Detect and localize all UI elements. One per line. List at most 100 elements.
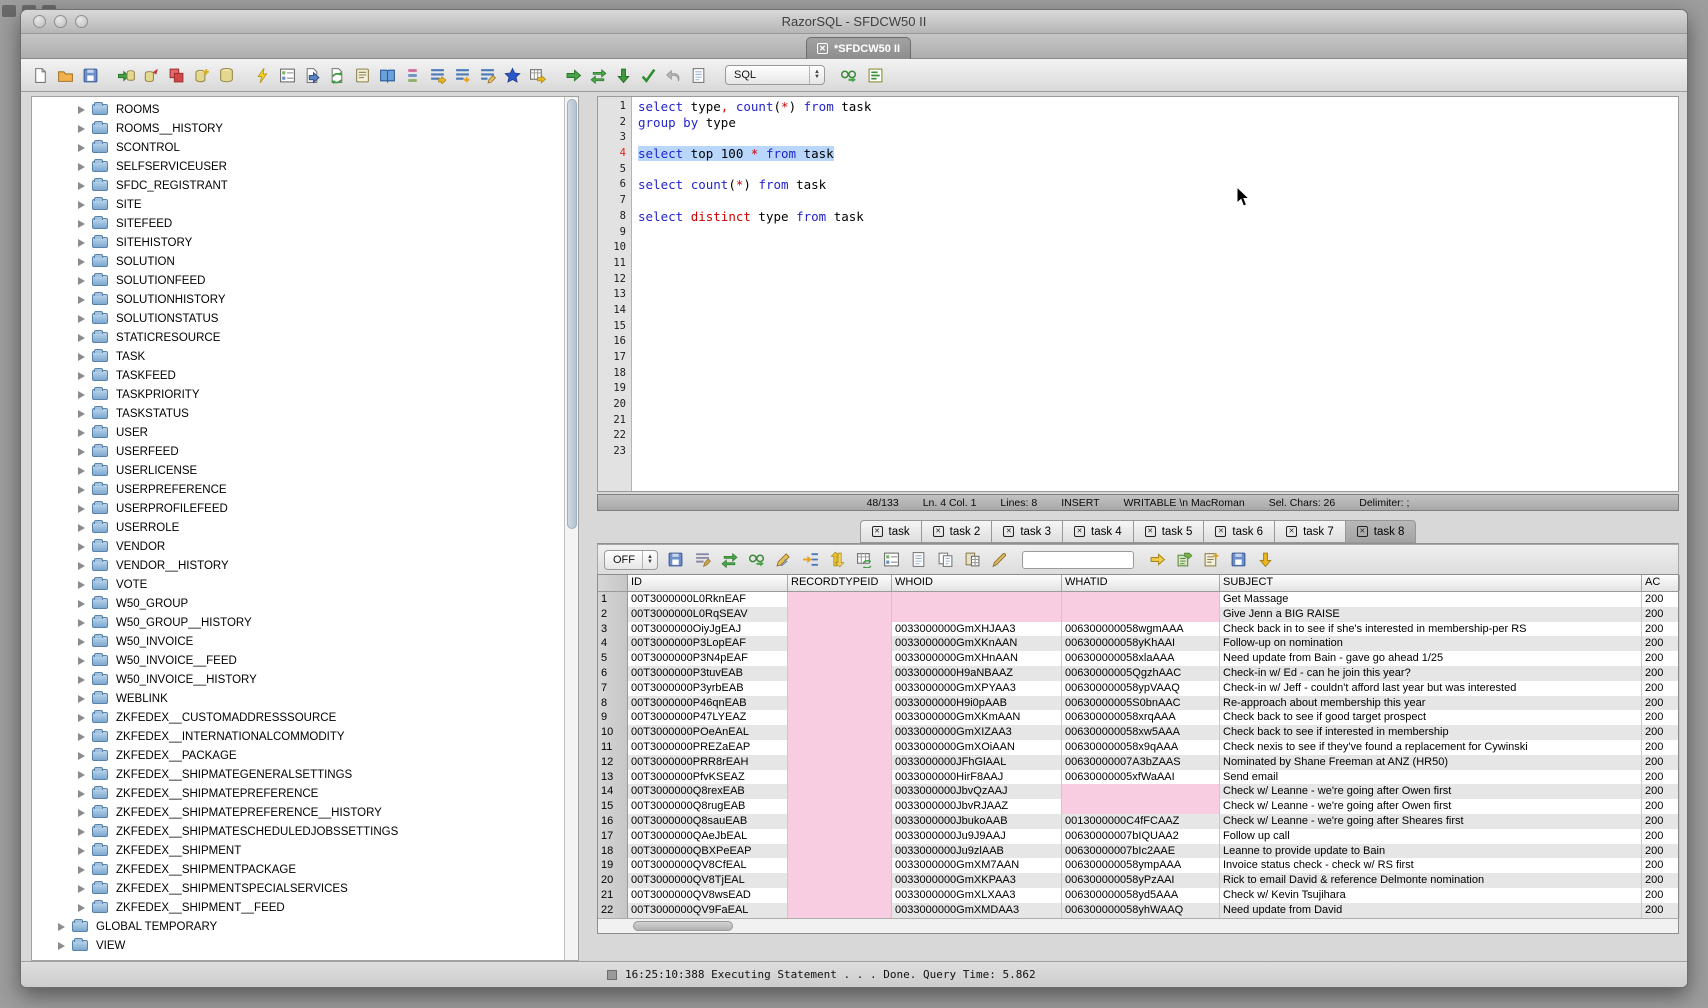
cell-whoid[interactable]: 0033000000H9aNBAAZ <box>892 666 1062 681</box>
disclosure-triangle-icon[interactable] <box>78 467 85 475</box>
filter-sort-icon[interactable] <box>693 551 711 569</box>
cell-whatid[interactable]: 006300000058ympAAA <box>1062 858 1220 873</box>
preview-export-icon[interactable] <box>839 66 857 84</box>
column-header-whoid[interactable]: WHOID <box>892 575 1062 591</box>
disclosure-triangle-icon[interactable] <box>78 239 85 247</box>
results-tab-task-7[interactable]: ✕task 7 <box>1274 520 1345 543</box>
cell-ac[interactable]: 200 <box>1642 799 1680 814</box>
tree-item-solutionfeed[interactable]: SOLUTIONFEED <box>32 271 564 290</box>
disclosure-triangle-icon[interactable] <box>78 828 85 836</box>
cell-whatid[interactable]: 006300000058xlaAAA <box>1062 651 1220 666</box>
reference-book-icon[interactable] <box>378 66 396 84</box>
statement-type-select[interactable]: SQL ▲▼ <box>725 65 825 85</box>
tree-item-site[interactable]: SITE <box>32 195 564 214</box>
cell-id[interactable]: 00T3000000P3tuvEAB <box>628 666 788 681</box>
cell-whatid[interactable] <box>1062 784 1220 799</box>
paste-grid-icon[interactable] <box>963 551 981 569</box>
cell-subject[interactable]: Need update from David <box>1220 903 1642 918</box>
cell-recordtypeid[interactable] <box>788 799 892 814</box>
cell-id[interactable]: 00T3000000Q8rexEAB <box>628 784 788 799</box>
code-line-9[interactable] <box>638 225 1678 241</box>
cell-whoid[interactable]: 0033000000H9i0pAAB <box>892 696 1062 711</box>
cell-subject[interactable]: Check w/ Leanne - we're going after Shea… <box>1220 814 1642 829</box>
table-row[interactable]: 1000T3000000POeAnEAL0033000000GmXIZAA300… <box>598 725 1678 740</box>
tree-item-zkfedex-shipment[interactable]: ZKFEDEX__SHIPMENT <box>32 841 564 860</box>
cell-whoid[interactable]: 0033000000GmXKmAAN <box>892 710 1062 725</box>
disclosure-triangle-icon[interactable] <box>78 524 85 532</box>
reload-document-icon[interactable] <box>328 66 346 84</box>
row-number-cell[interactable]: 14 <box>598 784 628 799</box>
new-file-icon[interactable] <box>31 66 49 84</box>
cell-subject[interactable]: Check w/ Kevin Tsujihara <box>1220 888 1642 903</box>
row-number-cell[interactable]: 6 <box>598 666 628 681</box>
tree-scrollbar-thumb[interactable] <box>567 99 577 529</box>
disclosure-triangle-icon[interactable] <box>58 923 65 931</box>
row-number-cell[interactable]: 8 <box>598 696 628 711</box>
cell-subject[interactable]: Need update from Bain - gave go ahead 1/… <box>1220 651 1642 666</box>
cell-id[interactable]: 00T3000000P3yrbEAB <box>628 681 788 696</box>
cell-recordtypeid[interactable] <box>788 710 892 725</box>
cell-whoid[interactable]: 0033000000GmXOiAAN <box>892 740 1062 755</box>
disclosure-triangle-icon[interactable] <box>78 391 85 399</box>
copy-table-icon[interactable] <box>167 66 185 84</box>
table-row[interactable]: 600T3000000P3tuvEAB0033000000H9aNBAAZ006… <box>598 666 1678 681</box>
cell-whoid[interactable]: 0033000000JbukoAAB <box>892 814 1062 829</box>
tree-item-sitehistory[interactable]: SITEHISTORY <box>32 233 564 252</box>
table-row[interactable]: 1200T3000000PRR8rEAH0033000000JFhGlAAL00… <box>598 755 1678 770</box>
disclosure-triangle-icon[interactable] <box>78 429 85 437</box>
tree-item-staticresource[interactable]: STATICRESOURCE <box>32 328 564 347</box>
disclosure-triangle-icon[interactable] <box>78 201 85 209</box>
cell-ac[interactable]: 200 <box>1642 651 1680 666</box>
row-number-cell[interactable]: 10 <box>598 725 628 740</box>
execute-all-icon[interactable] <box>589 66 607 84</box>
code-line-1[interactable]: select type, count(*) from task <box>638 99 1678 115</box>
edit-rows-icon[interactable] <box>478 66 496 84</box>
tree-item-rooms-history[interactable]: ROOMS__HISTORY <box>32 119 564 138</box>
cell-whatid[interactable] <box>1062 799 1220 814</box>
tree-item-w50-invoice-feed[interactable]: W50_INVOICE__FEED <box>32 651 564 670</box>
favorites-star-icon[interactable] <box>503 66 521 84</box>
table-row[interactable]: 200T3000000L0RqSEAVGive Jenn a BIG RAISE… <box>598 607 1678 622</box>
cell-ac[interactable]: 200 <box>1642 814 1680 829</box>
cell-subject[interactable]: Check w/ Leanne - we're going after Owen… <box>1220 784 1642 799</box>
cell-subject[interactable]: Get Massage <box>1220 592 1642 607</box>
execute-lightning-icon[interactable] <box>253 66 271 84</box>
cell-ac[interactable]: 200 <box>1642 592 1680 607</box>
cell-ac[interactable]: 200 <box>1642 844 1680 859</box>
cell-whatid[interactable]: 006300000058wgmAAA <box>1062 622 1220 637</box>
cell-whoid[interactable] <box>892 607 1062 622</box>
preview-glasses-icon[interactable] <box>747 551 765 569</box>
cell-recordtypeid[interactable] <box>788 829 892 844</box>
database-icon[interactable] <box>217 66 235 84</box>
fetch-more-down-icon[interactable] <box>1256 551 1274 569</box>
window-titlebar[interactable]: RazorSQL - SFDCW50 II <box>21 10 1687 34</box>
tree-item-w50-invoice-history[interactable]: W50_INVOICE__HISTORY <box>32 670 564 689</box>
row-number-cell[interactable]: 1 <box>598 592 628 607</box>
tree-item-w50-group[interactable]: W50_GROUP <box>32 594 564 613</box>
row-number-cell[interactable]: 4 <box>598 636 628 651</box>
row-number-cell[interactable]: 22 <box>598 903 628 918</box>
tree-item-task[interactable]: TASK <box>32 347 564 366</box>
code-line-8[interactable]: select distinct type from task <box>638 209 1678 225</box>
disclosure-triangle-icon[interactable] <box>78 676 85 684</box>
tree-item-zkfedex-shipmentpackage[interactable]: ZKFEDEX__SHIPMENTPACKAGE <box>32 860 564 879</box>
tab-close-icon[interactable]: ✕ <box>817 43 828 54</box>
cell-whoid[interactable]: 0033000000JbvQzAAJ <box>892 784 1062 799</box>
table-row[interactable]: 2000T3000000QV8TjEAL0033000000GmXKPAA300… <box>598 873 1678 888</box>
results-search-input[interactable] <box>1022 551 1134 569</box>
tree-item-w50-invoice[interactable]: W50_INVOICE <box>32 632 564 651</box>
disclosure-triangle-icon[interactable] <box>78 334 85 342</box>
tree-scrollbar[interactable] <box>564 97 578 960</box>
row-number-cell[interactable]: 19 <box>598 858 628 873</box>
edit-notepad-icon[interactable] <box>353 66 371 84</box>
tree-item-userlicense[interactable]: USERLICENSE <box>32 461 564 480</box>
cell-id[interactable]: 00T3000000QV9FaEAL <box>628 903 788 918</box>
reload-grid-icon[interactable] <box>855 551 873 569</box>
tree-item-global-temporary[interactable]: GLOBAL TEMPORARY <box>32 917 564 936</box>
cell-ac[interactable]: 200 <box>1642 681 1680 696</box>
tree-item-solutionhistory[interactable]: SOLUTIONHISTORY <box>32 290 564 309</box>
cell-recordtypeid[interactable] <box>788 666 892 681</box>
form-view-icon[interactable] <box>882 551 900 569</box>
code-line-6[interactable]: select count(*) from task <box>638 177 1678 193</box>
table-row[interactable]: 2100T3000000QV8wsEAD0033000000GmXLXAA300… <box>598 888 1678 903</box>
